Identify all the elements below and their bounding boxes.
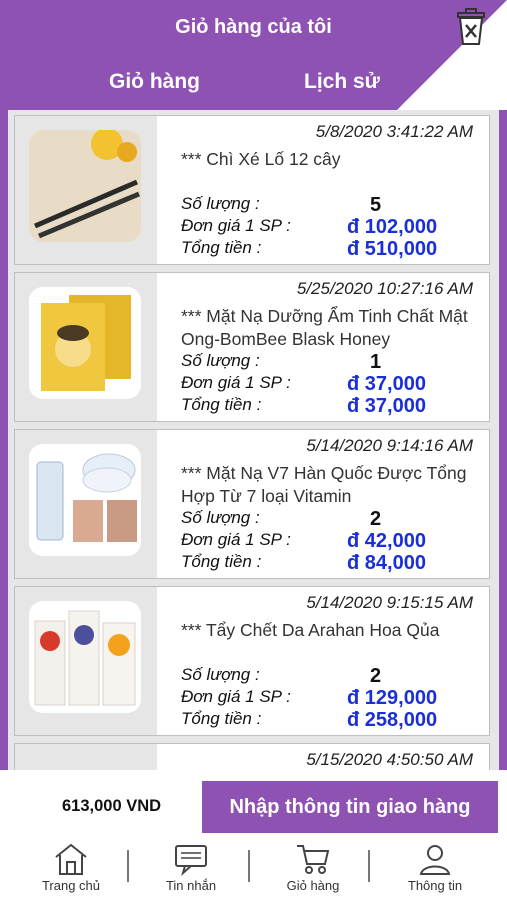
- quantity-value: 2: [370, 508, 382, 530]
- nav-divider: [368, 850, 370, 882]
- unit-price-label: Đơn giá 1 SP :: [181, 530, 291, 549]
- tab-history[interactable]: Lịch sử: [304, 70, 380, 94]
- nav-home[interactable]: Trang chủ: [16, 842, 126, 900]
- page-title: Giỏ hàng của tôi: [175, 16, 332, 38]
- enter-shipping-info-button[interactable]: Nhập thông tin giao hàng: [202, 781, 498, 833]
- nav-cart[interactable]: Giỏ hàng: [258, 842, 368, 900]
- order-date: 5/15/2020 4:50:50 AM: [306, 750, 473, 769]
- total-label: Tổng tiền :: [181, 552, 262, 571]
- nav-messages[interactable]: Tin nhắn: [136, 842, 246, 900]
- tab-cart[interactable]: Giỏ hàng: [109, 70, 200, 94]
- product-name: *** Chì Xé Lố 12 cây: [181, 149, 341, 169]
- nav-home-label: Trang chủ: [41, 878, 101, 893]
- order-date: 5/8/2020 3:41:22 AM: [315, 122, 473, 141]
- nav-profile-label: Thông tin: [407, 878, 463, 893]
- total-value: đ 37,000: [347, 395, 426, 417]
- message-icon: [175, 845, 207, 876]
- total-value: đ 258,000: [347, 709, 438, 731]
- unit-price-value: đ 37,000: [347, 373, 426, 395]
- product-name: *** Mặt Nạ Dưỡng Ẩm Tinh Chất Mật Ong-Bo…: [181, 306, 468, 349]
- unit-price-label: Đơn giá 1 SP :: [181, 373, 291, 392]
- order-date: 5/14/2020 9:14:16 AM: [306, 436, 473, 455]
- quantity-value: 2: [370, 665, 382, 687]
- quantity-label: Số lượng :: [181, 665, 260, 684]
- total-value: đ 84,000: [347, 552, 426, 574]
- unit-price-value: đ 129,000: [347, 687, 438, 709]
- nav-profile[interactable]: Thông tin: [380, 842, 490, 900]
- product-image: [29, 287, 141, 399]
- quantity-value: 5: [370, 194, 382, 216]
- product-image: [29, 130, 141, 242]
- quantity-label: Số lượng :: [181, 351, 260, 370]
- total-label: Tổng tiền :: [181, 709, 262, 728]
- order-card[interactable]: 5/8/2020 3:41:22 AM *** Chì Xé Lố 12 cây…: [14, 115, 490, 265]
- quantity-value: 1: [370, 351, 382, 373]
- product-name: *** Mặt Nạ V7 Hàn Quốc Được Tổng Hợp Từ …: [181, 463, 467, 506]
- unit-price-value: đ 102,000: [347, 216, 438, 238]
- quantity-label: Số lượng :: [181, 194, 260, 213]
- header: Giỏ hàng của tôi Giỏ hàng Lịch sử: [0, 0, 507, 110]
- user-icon: [419, 845, 451, 875]
- order-card[interactable]: 5/14/2020 9:15:15 AM *** Tẩy Chết Da Ara…: [14, 586, 490, 736]
- order-card[interactable]: 5/14/2020 9:14:16 AM *** Mặt Nạ V7 Hàn Q…: [14, 429, 490, 579]
- unit-price-label: Đơn giá 1 SP :: [181, 216, 291, 235]
- total-value: đ 510,000: [347, 238, 438, 260]
- product-image: [29, 444, 141, 556]
- nav-divider: [127, 850, 129, 882]
- order-date: 5/14/2020 9:15:15 AM: [306, 593, 473, 612]
- order-list[interactable]: 5/8/2020 3:41:22 AM *** Chì Xé Lố 12 cây…: [0, 110, 507, 770]
- order-card[interactable]: 5/15/2020 4:50:50 AM: [14, 743, 490, 770]
- product-name: *** Tẩy Chết Da Arahan Hoa Qủa: [181, 620, 440, 640]
- trash-icon[interactable]: [455, 8, 487, 46]
- bottom-nav: Trang chủ Tin nhắn Giỏ hàng Thông tin: [0, 842, 507, 900]
- nav-cart-label: Giỏ hàng: [286, 878, 340, 893]
- product-image: [29, 601, 141, 713]
- nav-messages-label: Tin nhắn: [165, 878, 217, 893]
- total-label: Tổng tiền :: [181, 238, 262, 257]
- total-label: Tổng tiền :: [181, 395, 262, 414]
- cart-total: 613,000 VND: [62, 797, 162, 815]
- unit-price-value: đ 42,000: [347, 530, 426, 552]
- order-date: 5/25/2020 10:27:16 AM: [296, 279, 473, 298]
- checkout-bar: 613,000 VND Nhập thông tin giao hàng: [0, 770, 507, 842]
- cart-icon: [297, 845, 330, 874]
- home-icon: [55, 843, 87, 875]
- quantity-label: Số lượng :: [181, 508, 260, 527]
- order-card[interactable]: 5/25/2020 10:27:16 AM *** Mặt Nạ Dưỡng Ẩ…: [14, 272, 490, 422]
- unit-price-label: Đơn giá 1 SP :: [181, 687, 291, 706]
- nav-divider: [248, 850, 250, 882]
